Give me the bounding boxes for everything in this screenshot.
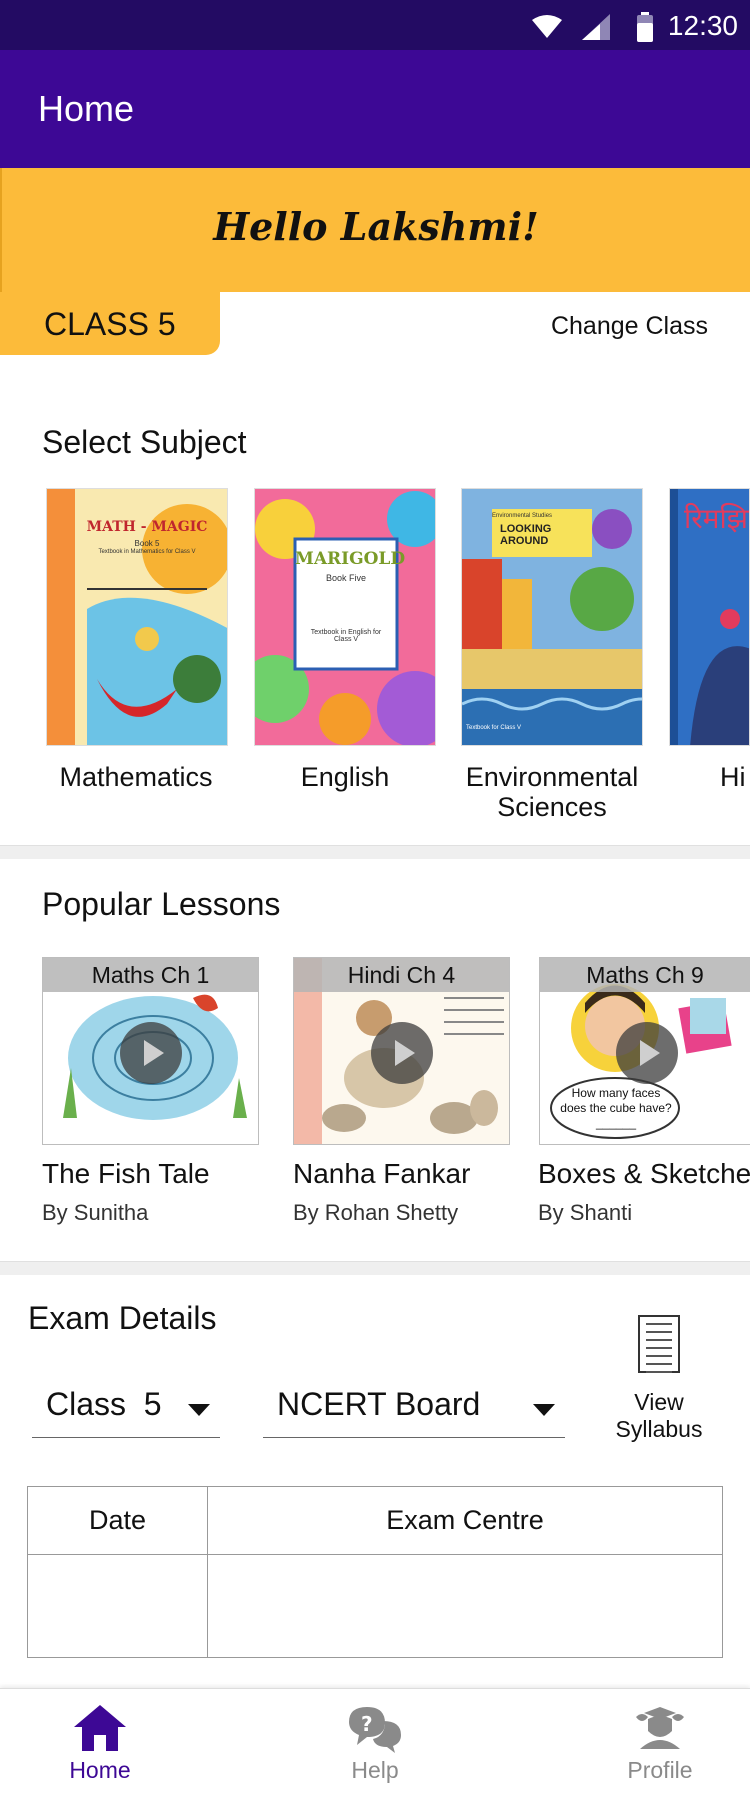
cover-note: Textbook for Class V	[466, 725, 522, 731]
page-title: Home	[38, 88, 135, 129]
status-bar: 12:30	[0, 0, 750, 50]
nav-item-profile[interactable]: Profile	[560, 1689, 750, 1797]
battery-icon	[637, 12, 653, 42]
home-icon	[74, 1705, 126, 1751]
lesson-title[interactable]: Nanha Fankar	[293, 1158, 470, 1190]
popular-lessons-title: Popular Lessons	[42, 886, 281, 922]
status-time: 12:30	[667, 10, 738, 41]
marigold-cover-art	[255, 489, 435, 745]
view-syllabus-button[interactable]: View Syllabus	[600, 1315, 718, 1445]
cover-title: रिमझिम	[684, 503, 749, 534]
table-cell	[207, 1554, 723, 1658]
play-icon[interactable]	[120, 1022, 182, 1084]
thumbnail-caption: How many faces does the cube have? _____…	[560, 1086, 672, 1130]
lesson-chip: Maths Ch 9	[540, 958, 750, 992]
bottom-nav: Home ? Help Profile	[0, 1688, 750, 1797]
chevron-down-icon	[533, 1404, 555, 1416]
help-icon: ?	[349, 1707, 401, 1753]
change-class-button[interactable]: Change Class	[551, 312, 708, 341]
svg-text:?: ?	[361, 1712, 373, 1736]
lesson-card-nanha-fankar[interactable]: Hindi Ch 4	[293, 957, 510, 1145]
table-row	[27, 1554, 723, 1658]
cover-title: MARIGOLD	[295, 549, 406, 569]
lesson-author: By Rohan Shetty	[293, 1200, 459, 1225]
book-cover-evs[interactable]: Environmental Studies LOOKING AROUND Tex…	[461, 488, 643, 746]
class-dropdown-label: Class 5	[46, 1386, 162, 1422]
cover-title: MATH - MAGIC	[86, 519, 208, 535]
nav-label: Home	[69, 1757, 131, 1783]
subject-label-hindi[interactable]: Hi	[720, 762, 750, 792]
nav-item-help[interactable]: ? Help	[275, 1689, 475, 1797]
select-subject-title: Select Subject	[42, 424, 247, 460]
chevron-down-icon	[188, 1404, 210, 1416]
lesson-chip: Hindi Ch 4	[294, 958, 509, 992]
subject-label-evs[interactable]: Environmental Sciences	[452, 762, 652, 822]
class-label: CLASS 5	[44, 306, 176, 342]
lesson-author: By Sunitha	[42, 1200, 149, 1225]
nav-label: Help	[351, 1757, 399, 1783]
play-icon[interactable]	[371, 1022, 433, 1084]
class-badge: CLASS 5	[0, 292, 220, 355]
subject-label-mathematics[interactable]: Mathematics	[36, 762, 236, 792]
signal-icon	[582, 14, 610, 40]
play-icon[interactable]	[616, 1022, 678, 1084]
nav-label: Profile	[627, 1757, 693, 1783]
cover-subtitle: Book Five	[325, 573, 367, 583]
lesson-title[interactable]: Boxes & Sketche	[538, 1158, 750, 1190]
column-header-exam-centre: Exam Centre	[207, 1486, 723, 1555]
board-dropdown[interactable]: NCERT Board	[263, 1380, 565, 1438]
table-cell	[27, 1554, 208, 1658]
lesson-title[interactable]: The Fish Tale	[42, 1158, 210, 1190]
lesson-card-fish-tale[interactable]: Maths Ch 1	[42, 957, 259, 1145]
book-cover-hindi[interactable]: रिमझिम	[669, 488, 750, 746]
document-icon	[638, 1315, 680, 1373]
lesson-author: By Shanti	[538, 1200, 633, 1225]
subject-label-english[interactable]: English	[245, 762, 445, 792]
profile-icon	[636, 1707, 684, 1749]
lesson-card-boxes-sketches[interactable]: Maths Ch 9 How many faces does the cube …	[539, 957, 750, 1145]
column-header-date: Date	[27, 1486, 208, 1555]
lesson-chip: Maths Ch 1	[43, 958, 258, 992]
cover-subtitle: Book 5	[134, 539, 160, 548]
book-cover-english[interactable]: MARIGOLD Book Five Textbook in English f…	[254, 488, 436, 746]
section-divider	[0, 845, 750, 859]
board-dropdown-value: NCERT Board	[277, 1386, 481, 1422]
exam-details-title: Exam Details	[28, 1300, 217, 1336]
cover-subtitle: Environmental Studies	[492, 513, 553, 519]
section-divider	[0, 1261, 750, 1275]
view-syllabus-label: View Syllabus	[615, 1389, 703, 1442]
table-header-row: Date Exam Centre	[27, 1486, 723, 1555]
nav-item-home[interactable]: Home	[0, 1689, 200, 1797]
cover-note: Textbook in Mathematics for Class V	[98, 549, 196, 555]
cover-title: LOOKING AROUND	[500, 523, 552, 547]
app-bar: Home	[0, 50, 750, 168]
greeting-text: Hello Lakshmi!	[213, 204, 539, 249]
book-cover-mathematics[interactable]: MATH - MAGIC Book 5 Textbook in Mathemat…	[46, 488, 228, 746]
class-dropdown[interactable]: Class 5	[32, 1380, 220, 1438]
greeting-banner: Hello Lakshmi!	[0, 168, 750, 292]
cover-note: Textbook in English for Class V	[310, 629, 382, 643]
exam-table: Date Exam Centre	[27, 1486, 723, 1658]
wifi-icon	[532, 15, 562, 38]
